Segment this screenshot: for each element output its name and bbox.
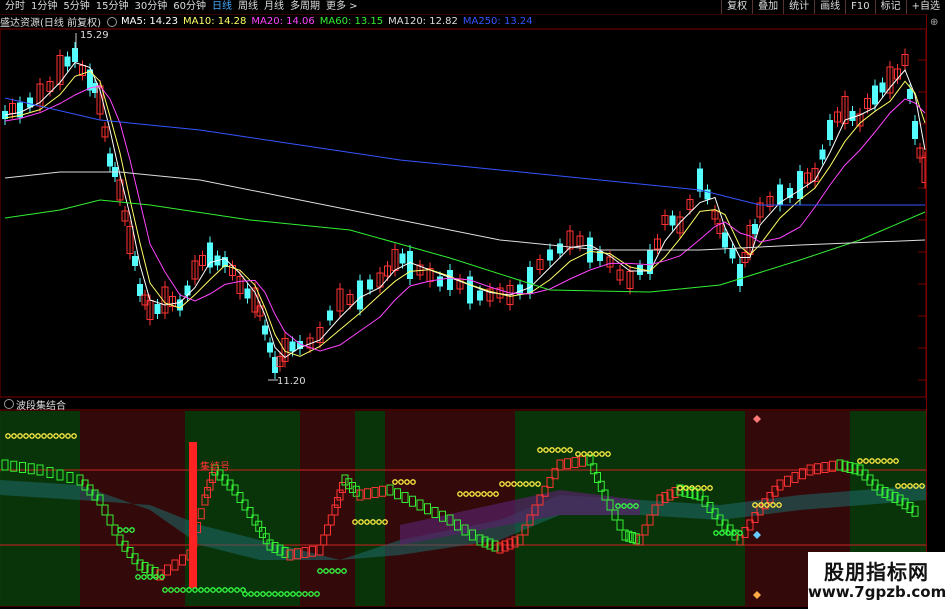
candle-body xyxy=(447,270,453,290)
ma5-line xyxy=(4,61,926,359)
candle-body xyxy=(154,304,161,314)
candle-body xyxy=(132,256,138,266)
candle-body xyxy=(587,237,593,263)
sub-zone xyxy=(0,411,80,606)
candle-body xyxy=(262,325,268,335)
sub-zone xyxy=(300,411,355,606)
candle-body xyxy=(669,215,676,226)
candle-body xyxy=(527,267,533,293)
candle-body xyxy=(64,56,71,67)
sub-zone xyxy=(355,411,385,606)
candle-body xyxy=(289,341,296,352)
candle-body xyxy=(107,153,113,167)
price-axis-panel: ⊕ xyxy=(926,14,945,609)
main-chart-frame xyxy=(0,28,926,398)
high-price-label: 15.29 xyxy=(80,30,109,41)
candle-body xyxy=(752,224,758,234)
candle-body xyxy=(729,248,736,259)
candle-body xyxy=(557,243,563,254)
candle-body xyxy=(184,285,191,296)
candle-body xyxy=(367,279,373,290)
ma20-line xyxy=(4,85,926,352)
watermark-title: 股朋指标网 xyxy=(824,560,929,584)
low-price-label: 11.20 xyxy=(277,376,306,387)
candle-body xyxy=(637,265,643,275)
watermark-logo: 股朋指标网 www.7gpzb.com xyxy=(808,552,945,609)
candle-body xyxy=(399,253,406,264)
chart-area[interactable]: 15.29 11.20 集结号 xyxy=(0,0,926,609)
candle-body xyxy=(907,89,913,99)
candle-body xyxy=(177,299,183,311)
sub-chart-title: 波段集结合 xyxy=(16,400,66,412)
signal-bar xyxy=(189,442,197,588)
candle-body xyxy=(477,290,483,301)
sub-chart-header: 波段集结合 xyxy=(2,398,66,412)
watermark-url: www.7gpzb.com xyxy=(808,583,945,601)
candle-body xyxy=(407,251,413,279)
candle-body xyxy=(137,284,143,296)
candle-body xyxy=(872,85,878,105)
add-icon[interactable]: ⊕ xyxy=(930,17,938,28)
candle-body xyxy=(437,276,443,287)
candle-body xyxy=(827,120,833,140)
candle-body xyxy=(849,111,856,121)
candle-body xyxy=(244,288,251,299)
candle-body xyxy=(327,310,333,321)
sub-zone xyxy=(80,411,185,606)
candle-body xyxy=(207,242,213,268)
candle-body xyxy=(72,48,78,62)
candle-body xyxy=(547,249,553,261)
signal-label: 集结号 xyxy=(200,460,230,473)
candle-body xyxy=(797,171,803,199)
candle-body xyxy=(819,149,826,160)
candle-body xyxy=(697,168,703,192)
sub-settings-gear-icon[interactable] xyxy=(4,399,14,409)
candle-body xyxy=(912,121,918,139)
candle-body xyxy=(722,232,728,248)
candle-body xyxy=(357,280,363,310)
candle-body xyxy=(737,264,743,286)
candle-body xyxy=(879,82,886,93)
candle-body xyxy=(267,342,273,353)
